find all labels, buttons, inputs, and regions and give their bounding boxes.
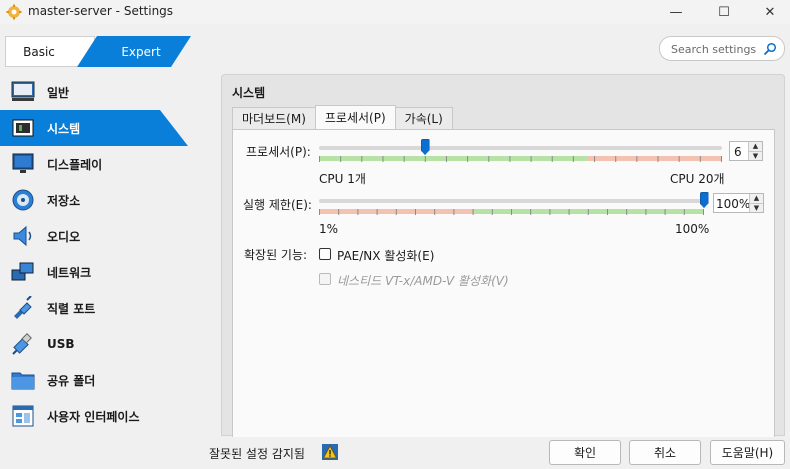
- nested-vtx-checkbox: [319, 273, 331, 285]
- execution-cap-value: 100%: [716, 197, 751, 211]
- title-bar: master-server - Settings — ☐ ✕: [0, 0, 790, 24]
- page-title: 시스템: [232, 86, 266, 100]
- ok-button[interactable]: 확인: [549, 440, 621, 465]
- spin-up-icon[interactable]: ▲: [750, 194, 763, 204]
- sidebar-item-system[interactable]: 시스템: [0, 110, 200, 146]
- execution-cap-min-label: 1%: [319, 222, 339, 236]
- extended-features-label: 확장된 기능:: [244, 248, 308, 262]
- search-icon[interactable]: [763, 42, 777, 56]
- monitor-icon: [10, 79, 36, 105]
- invalid-settings-text: 잘못된 설정 감지됨: [209, 447, 305, 461]
- warning-icon[interactable]: [322, 444, 338, 460]
- spin-arrows: ▲ ▼: [749, 194, 763, 212]
- search-box: [659, 36, 785, 61]
- tab-bar: 마더보드(M) 프로세서(P) 가속(L): [232, 105, 453, 129]
- sidebar-item-audio[interactable]: 오디오: [0, 218, 200, 254]
- processor-ticks: [319, 156, 722, 162]
- serial-port-icon: [10, 295, 36, 321]
- execution-cap-ticks: [319, 209, 704, 215]
- help-button[interactable]: 도움말(H): [710, 440, 785, 465]
- sidebar-item-label: USB: [47, 337, 75, 351]
- sidebar-item-label: 직렬 포트: [47, 301, 96, 316]
- sidebar-item-shared-folders[interactable]: 공유 폴더: [0, 362, 200, 398]
- usb-icon: [10, 331, 36, 357]
- sidebar-item-label: 디스플레이: [47, 157, 103, 172]
- app-gear-icon: [6, 4, 22, 20]
- minimize-button[interactable]: —: [653, 0, 699, 24]
- sidebar-item-user-interface[interactable]: 사용자 인터페이스: [0, 398, 200, 434]
- disk-icon: [10, 187, 36, 213]
- sidebar-item-serial-ports[interactable]: 직렬 포트: [0, 290, 200, 326]
- settings-panel: 시스템 마더보드(M) 프로세서(P) 가속(L) 프로세서(P): CPU 1…: [221, 74, 785, 437]
- sidebar-item-usb[interactable]: USB: [0, 326, 200, 362]
- search-input[interactable]: [671, 41, 763, 57]
- execution-cap-slider-track[interactable]: [319, 199, 704, 203]
- sidebar-item-general[interactable]: 일반: [0, 74, 200, 110]
- network-icon: [10, 259, 36, 285]
- maximize-button[interactable]: ☐: [701, 0, 747, 24]
- processor-min-label: CPU 1개: [319, 172, 366, 186]
- display-icon: [10, 151, 36, 177]
- tab-acceleration[interactable]: 가속(L): [394, 107, 453, 129]
- tab-processor[interactable]: 프로세서(P): [314, 105, 396, 129]
- execution-cap-slider-handle[interactable]: [699, 192, 709, 208]
- sidebar-item-storage[interactable]: 저장소: [0, 182, 200, 218]
- speaker-icon: [10, 223, 36, 249]
- close-button[interactable]: ✕: [747, 0, 790, 24]
- processor-tab-content: 프로세서(P): CPU 1개 CPU 20개 6 ▲ ▼ 실행 제한(E): …: [232, 129, 775, 437]
- execution-cap-max-label: 100%: [675, 222, 710, 236]
- spin-up-icon[interactable]: ▲: [749, 142, 762, 152]
- processor-count-value: 6: [734, 145, 742, 159]
- spin-down-icon[interactable]: ▼: [749, 151, 762, 160]
- pae-nx-checkbox[interactable]: [319, 248, 331, 260]
- expert-mode-button[interactable]: Expert: [77, 36, 191, 67]
- sidebar-item-display[interactable]: 디스플레이: [0, 146, 200, 182]
- execution-cap-label: 실행 제한(E):: [243, 198, 312, 212]
- chip-icon: [10, 115, 36, 141]
- processor-slider-track[interactable]: [319, 146, 722, 150]
- cancel-button[interactable]: 취소: [629, 440, 701, 465]
- sidebar-item-label: 저장소: [47, 193, 81, 208]
- sidebar-item-label: 오디오: [47, 229, 81, 244]
- settings-sidebar: 일반 시스템 디스플레이 저장소 오디오 네트워크 직렬 포트 USB 공유 폴…: [0, 74, 200, 436]
- ui-icon: [10, 403, 36, 429]
- spin-arrows: ▲ ▼: [748, 142, 762, 160]
- processor-count-spinbox[interactable]: 6 ▲ ▼: [729, 141, 763, 161]
- sidebar-item-label: 네트워크: [47, 265, 92, 280]
- processor-slider-handle[interactable]: [420, 139, 430, 155]
- processor-label: 프로세서(P):: [246, 145, 311, 159]
- window-title: master-server - Settings: [28, 4, 174, 18]
- sidebar-item-label: 일반: [47, 85, 70, 100]
- pae-nx-label[interactable]: PAE/NX 활성화(E): [337, 247, 434, 264]
- sidebar-item-label: 시스템: [47, 121, 81, 136]
- execution-cap-spinbox[interactable]: 100% ▲ ▼: [713, 193, 764, 213]
- mode-toggle: Basic Expert: [5, 36, 191, 67]
- nested-vtx-label: 네스티드 VT-x/AMD-V 활성화(V): [337, 274, 509, 288]
- processor-max-label: CPU 20개: [670, 172, 725, 186]
- sidebar-item-network[interactable]: 네트워크: [0, 254, 200, 290]
- sidebar-item-label: 사용자 인터페이스: [47, 409, 140, 424]
- sidebar-item-label: 공유 폴더: [47, 373, 96, 388]
- spin-down-icon[interactable]: ▼: [750, 203, 763, 212]
- folder-icon: [10, 367, 36, 393]
- tab-motherboard[interactable]: 마더보드(M): [232, 107, 316, 129]
